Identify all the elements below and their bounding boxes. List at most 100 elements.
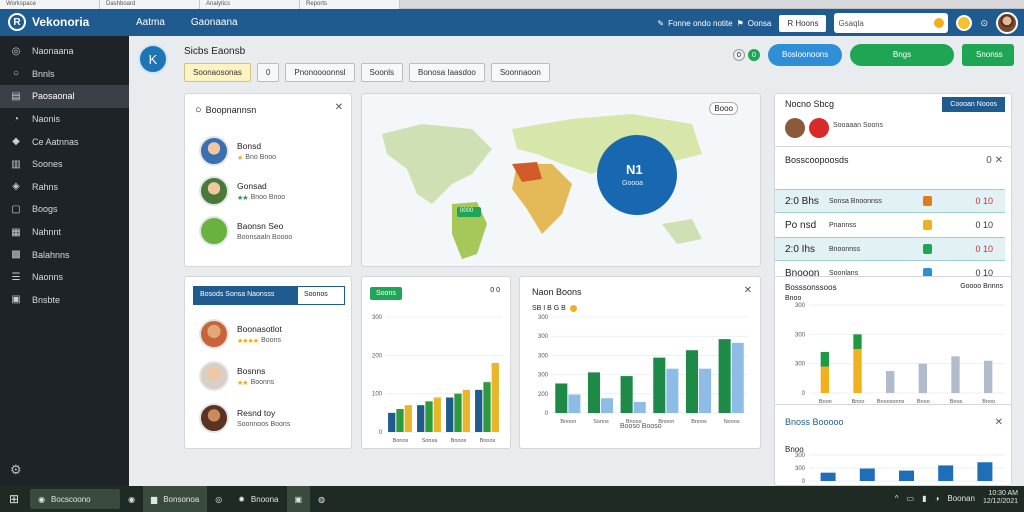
world-map[interactable]	[362, 94, 762, 268]
main-content: K Sicbs Eaonsb Soonaosonas 0 Pnonoooonns…	[129, 36, 1024, 486]
chevron-down-icon[interactable]: ⊙	[980, 18, 988, 29]
top-nav-item[interactable]: Gaonaana	[191, 17, 238, 28]
sidebar-item[interactable]: ◎ Naonaana	[0, 40, 129, 63]
sidebar-item[interactable]: ▣ Bnsbte	[0, 289, 129, 312]
bar-chart[interactable]: 0 300 300	[775, 405, 1013, 487]
avatar	[785, 118, 805, 138]
filter-button[interactable]: Soonaosonas	[184, 63, 251, 82]
profile-badge[interactable]: K	[138, 44, 168, 74]
person-name: Resnd toy	[237, 408, 276, 418]
tab-other[interactable]: Soonos	[298, 287, 344, 304]
circle-icon: ○	[12, 68, 20, 80]
person-row[interactable]: Baonsn Seo Boonsaaln Boooo	[199, 216, 292, 246]
filter-button[interactable]: Bonosa Iaasdoo	[409, 63, 485, 82]
taskbar-app[interactable]: ◉	[120, 486, 143, 512]
notification-icon[interactable]	[956, 15, 973, 31]
close-icon[interactable]: ✕	[335, 102, 343, 113]
secondary-action-button[interactable]: Bngs	[850, 44, 954, 66]
network-icon[interactable]: ▭	[907, 494, 915, 503]
taskbar-app[interactable]: ✹ Bnoona	[230, 486, 286, 512]
clock[interactable]: 10:30 AM 12/12/2021	[983, 490, 1018, 506]
list-row[interactable]: 2:0 Bhs Sonsa Bnoonnss 0 10	[775, 189, 1005, 213]
bar	[731, 342, 744, 413]
row-value: 0 10	[975, 220, 993, 230]
bar	[601, 398, 614, 413]
chart-footer: Booso Booso	[620, 423, 662, 430]
avatar	[199, 136, 229, 166]
bar-chart[interactable]: 0300300300Bnoo Bnoo Bnoosonns Bnoo Boos Bnoo	[775, 277, 1013, 412]
pin-icon: ✎	[657, 18, 665, 28]
sidebar-item[interactable]: ▩ Balahnns	[0, 243, 129, 266]
bar	[446, 397, 454, 432]
volume-icon[interactable]: ◑	[935, 494, 940, 503]
tick-label: 300	[795, 466, 806, 472]
person-meta: Soonnoos Boons	[237, 421, 291, 428]
summary-link[interactable]: Sooaaan Soons	[833, 122, 883, 129]
tab-active[interactable]: Bosods Sonsa Naonsss	[194, 287, 298, 304]
sidebar-item[interactable]: ◆ Ce Aatnnas	[0, 130, 129, 153]
avatar	[199, 216, 229, 246]
close-icon[interactable]: 0 ✕	[986, 155, 1003, 166]
sidebar-item[interactable]: ▢ Boogs	[0, 198, 129, 221]
status-swatch	[923, 220, 932, 230]
filter-button[interactable]: Soonls	[360, 63, 404, 82]
sidebar-item[interactable]: ◔ Naonis	[0, 108, 129, 131]
sidebar-item[interactable]: ▥ Soones	[0, 153, 129, 176]
list-row[interactable]: 2:0 Ihs Bnoonnss 0 10	[775, 237, 1005, 261]
sidebar-item[interactable]: ◈ Rahns	[0, 176, 129, 199]
browser-tab[interactable]: Dashboard	[100, 0, 200, 9]
row-title: 2:0 Bhs	[785, 195, 819, 207]
settings-icon[interactable]: ⚙	[10, 462, 22, 478]
header-box-button[interactable]: R Hoons	[779, 14, 827, 32]
search-input[interactable]: Gsaqla	[834, 13, 949, 33]
list-row[interactable]: Po nsd Pnannss 0 10	[775, 213, 1005, 237]
chevron-up-icon[interactable]: ^	[895, 494, 899, 503]
browser-tab[interactable]: Analytics	[200, 0, 300, 9]
browser-tab[interactable]: Reports	[300, 0, 400, 9]
person-row[interactable]: Resnd toy Soonnoos Boons	[199, 403, 290, 433]
bar	[699, 368, 712, 413]
tab-bar: Bosods Sonsa Naonsss Soonos	[193, 286, 345, 305]
tertiary-action-button[interactable]: Snonss	[962, 44, 1014, 66]
filter-button[interactable]: Soonnaoon	[490, 63, 550, 82]
bar	[433, 397, 441, 432]
person-row[interactable]: Gonsad ★★ Bnoo Bnoo	[199, 176, 285, 206]
mini-toggle[interactable]: 0	[733, 49, 745, 61]
filter-toggle[interactable]: 0	[256, 63, 280, 82]
primary-action-button[interactable]: Bosloonoons	[768, 44, 842, 66]
browser-tab[interactable]: Workspace	[0, 0, 100, 9]
taskbar-app[interactable]: ▆ Bonsonoa	[143, 486, 208, 512]
bar-chart[interactable]: 0 100 200 300 Bonos Sonsa Bnoos Bnoos	[362, 277, 512, 450]
bar	[951, 356, 960, 393]
folder-icon: ▆	[151, 494, 158, 504]
brand[interactable]: R Vekonoria	[8, 13, 89, 31]
map-badge[interactable]: Booo	[709, 102, 738, 115]
avatar	[809, 118, 829, 138]
taskbar-app[interactable]: ◍	[310, 486, 333, 512]
sidebar-item[interactable]: ▦ Nahnnt	[0, 221, 129, 244]
taskbar-search[interactable]: ◉ Bocscoono	[30, 489, 121, 509]
person-row[interactable]: Bonsd ★ Bno Bnoo	[199, 136, 276, 166]
filter-button[interactable]: Pnonoooonnsl	[285, 63, 355, 82]
bar	[568, 394, 581, 413]
sidebar-item[interactable]: ▤ Paosaonal	[0, 85, 129, 108]
app-status[interactable]: Boonan	[947, 494, 975, 503]
search-icon[interactable]	[934, 18, 945, 28]
person-row[interactable]: Boonasotlot ★★★★ Boons	[199, 319, 282, 349]
notifications-link[interactable]: ✎ Fonne ondo notite ⚑ Oonsa	[657, 19, 771, 28]
battery-icon[interactable]: ▮	[922, 494, 926, 503]
top-nav-item[interactable]: Aatma	[136, 17, 165, 28]
start-icon[interactable]: ⊞	[0, 486, 28, 512]
taskbar-app[interactable]: ◎	[207, 486, 230, 512]
sidebar-item[interactable]: ○ Bnnls	[0, 63, 129, 86]
summary-button[interactable]: Coooan Nooos	[942, 97, 1005, 112]
sidebar-item[interactable]: ☰ Naonns	[0, 266, 129, 289]
taskbar-app[interactable]: ▣	[286, 486, 311, 512]
sidebar-item-label: Bnsbte	[32, 294, 61, 305]
window-icon: ▣	[11, 294, 21, 306]
user-avatar[interactable]	[996, 12, 1018, 34]
mini-toggle[interactable]: 0	[748, 49, 760, 61]
folder-icon: ▦	[11, 226, 21, 238]
person-row[interactable]: Bosnns ★★ Boonns	[199, 361, 274, 391]
person-name: Bonsd	[237, 140, 262, 151]
